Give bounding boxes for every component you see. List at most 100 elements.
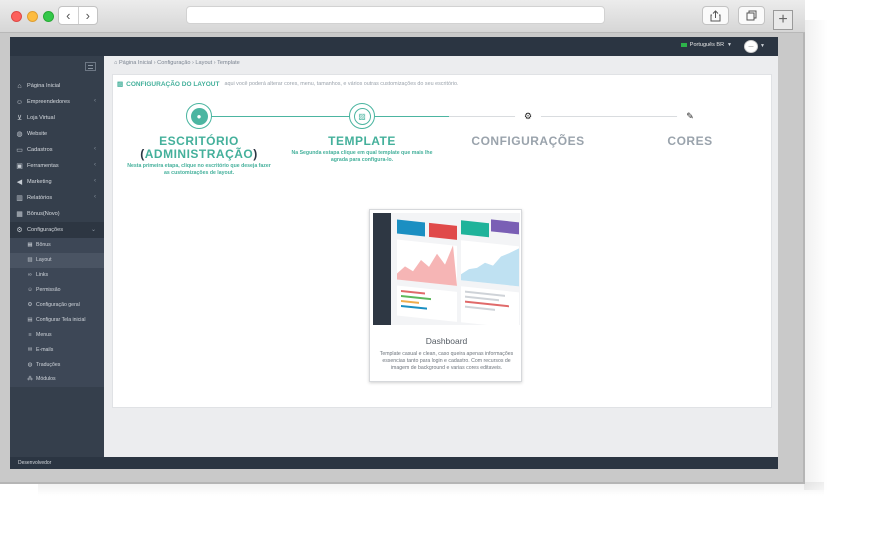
zoom-window-button[interactable]	[43, 11, 54, 22]
template-card-description: Template casual e clean, caso queira ape…	[379, 351, 514, 371]
back-button[interactable]: ‹	[59, 7, 79, 24]
sidebar-subitem-menus[interactable]: ≡ Menus	[10, 327, 104, 342]
sidebar-item-label: Bônus(Novo)	[27, 211, 60, 217]
sidebar-submenu-configuracoes: ▦ Bônus ▨ Layout ∞ Links ☺ Permissão ⚙ Config…	[10, 238, 104, 387]
sidebar-item-configuracoes[interactable]: ⚙ Configurações ⌄	[10, 222, 104, 238]
sidebar-subitem-label: Menus	[36, 331, 52, 338]
sidebar-subitem-configuracao-geral[interactable]: ⚙ Configuração geral	[10, 298, 104, 313]
tabs-icon	[746, 10, 757, 21]
globe-icon: ◍	[16, 131, 23, 138]
sidebar-item-ferramentas[interactable]: ▣ Ferramentas ‹	[10, 158, 104, 174]
step-escritorio[interactable]: ● ESCRITÓRIO (ADMINISTRAÇÃO) Nesta primei…	[127, 103, 271, 177]
sidebar-subitem-configurar-tela-inicial[interactable]: ▤ Configurar Tela inicial	[10, 312, 104, 327]
step-title: ESCRITÓRIO (ADMINISTRAÇÃO)	[127, 135, 271, 161]
sidebar-subitem-permissao[interactable]: ☺ Permissão	[10, 283, 104, 298]
browser-window: ‹ › + Português BR ▼ — ▼ ⌂ Página Inicia…	[0, 0, 805, 484]
cart-icon: ⊻	[16, 115, 23, 122]
sidebar: ⌂ Página Inicial ☺ Empreendedores ‹ ⊻ Loja V…	[10, 56, 104, 457]
footer-text: Desenvolvedor	[18, 460, 52, 466]
calculator-icon: ▦	[16, 211, 23, 218]
step-title: TEMPLATE	[328, 134, 396, 148]
step-cores[interactable]: ✎ CORES	[653, 103, 727, 148]
template-card-title: Dashboard	[425, 336, 468, 346]
briefcase-icon: ▣	[16, 163, 23, 170]
chevron-left-icon: ‹	[94, 98, 96, 104]
app-viewport: Português BR ▼ — ▼ ⌂ Página Inicial ☺ Empr…	[10, 37, 778, 469]
chevron-left-icon: ‹	[94, 194, 96, 200]
envelope-icon: ✉	[27, 346, 33, 353]
step-title-text: ESCRITÓRIO	[159, 134, 239, 148]
browser-toolbar: ‹ ›	[0, 0, 805, 33]
sidebar-toggle-button[interactable]	[85, 62, 96, 71]
sidebar-item-label: Cadastros	[27, 147, 53, 153]
chevron-down-icon: ▼	[727, 42, 732, 48]
sidebar-menu: ⌂ Página Inicial ☺ Empreendedores ‹ ⊻ Loja V…	[10, 78, 104, 387]
sidebar-subitem-modulos[interactable]: ⁂ Módulos	[10, 372, 104, 387]
frame-shadow-right	[804, 20, 828, 490]
sidebar-subitem-links[interactable]: ∞ Links	[10, 268, 104, 283]
step-template[interactable]: ▨ TEMPLATE Na Segunda estapa clique em q…	[287, 103, 437, 164]
image-icon: ▨	[353, 107, 371, 125]
panel-title: CONFIGURAÇÃO DO LAYOUT	[126, 80, 220, 88]
chevron-left-icon: ‹	[94, 178, 96, 184]
megaphone-icon: ◀	[16, 179, 23, 186]
frame-shadow	[38, 482, 824, 496]
template-card-dashboard[interactable]: Dashboard Template casual e clean, caso …	[369, 209, 522, 382]
home-icon: ⌂	[17, 82, 22, 90]
address-bar[interactable]	[186, 6, 605, 24]
language-selector[interactable]: Português BR ▼	[680, 42, 732, 48]
sidebar-subitem-label: E-mails	[36, 346, 54, 353]
chevron-right-icon: ›	[85, 8, 90, 23]
gear-icon: ⚙	[16, 227, 23, 234]
sidebar-item-bonus-novo[interactable]: ▦ Bônus(Novo)	[10, 206, 104, 222]
sidebar-item-label: Configurações	[27, 227, 64, 233]
chevron-left-icon: ‹	[94, 146, 96, 152]
sidebar-item-label: Ferramentas	[27, 163, 59, 169]
user-avatar[interactable]: —	[744, 40, 758, 53]
globe-icon: ◍	[27, 361, 33, 368]
paren-close: )	[253, 147, 258, 161]
file-icon: ▤	[27, 316, 33, 323]
sidebar-item-website[interactable]: ◍ Website	[10, 126, 104, 142]
chevron-down-icon: ⌄	[90, 227, 96, 233]
step-title-line2: ADMINISTRAÇÃO	[144, 147, 254, 161]
avatar-label: —	[748, 43, 754, 50]
sidebar-item-pagina-inicial[interactable]: ⌂ Página Inicial	[10, 78, 104, 94]
share-button[interactable]	[702, 6, 729, 25]
show-tabs-button[interactable]	[738, 6, 765, 25]
breadcrumb: ⌂ Página Inicial › Configuração › Layout…	[114, 60, 240, 66]
chevron-left-icon: ‹	[66, 8, 71, 23]
sidebar-item-relatorios[interactable]: ▥ Relatórios ‹	[10, 190, 104, 206]
sidebar-subitem-bonus[interactable]: ▦ Bônus	[10, 238, 104, 253]
panel-header: ▨ CONFIGURAÇÃO DO LAYOUT aqui você poder…	[117, 80, 458, 89]
sidebar-item-label: Empreendedores	[27, 99, 70, 105]
close-window-button[interactable]	[11, 11, 22, 22]
step-title: CONFIGURAÇÕES	[471, 134, 585, 148]
sidebar-subitem-label: Layout	[36, 257, 52, 264]
minimize-window-button[interactable]	[27, 11, 38, 22]
sidebar-subitem-label: Bônus	[36, 242, 51, 249]
user-icon: ●	[190, 107, 208, 125]
navigation-buttons: ‹ ›	[58, 6, 98, 25]
plus-icon: +	[778, 11, 788, 28]
step-configuracoes[interactable]: ⚙ CONFIGURAÇÕES	[463, 103, 593, 148]
sidebar-subitem-traducoes[interactable]: ◍ Traduções	[10, 357, 104, 372]
forward-button[interactable]: ›	[79, 7, 98, 24]
chevron-left-icon: ‹	[94, 162, 96, 168]
layout-config-panel: ▨ CONFIGURAÇÃO DO LAYOUT aqui você poder…	[112, 74, 772, 408]
step-circle: ●	[186, 103, 212, 129]
sidebar-item-cadastros[interactable]: ▭ Cadastros ‹	[10, 142, 104, 158]
link-icon: ∞	[28, 272, 32, 279]
new-tab-button[interactable]: +	[773, 10, 793, 30]
breadcrumb-text: Página Inicial › Configuração › Layout ›…	[118, 60, 240, 66]
sidebar-subitem-emails[interactable]: ✉ E-mails	[10, 342, 104, 357]
sidebar-item-empreendedores[interactable]: ☺ Empreendedores ‹	[10, 94, 104, 110]
sidebar-item-loja-virtual[interactable]: ⊻ Loja Virtual	[10, 110, 104, 126]
sidebar-subitem-layout[interactable]: ▨ Layout	[10, 252, 104, 268]
step-subtitle: Nesta primeira etapa, clique no escritór…	[127, 163, 271, 176]
brush-icon: ✎	[677, 103, 703, 129]
cubes-icon: ⁂	[27, 376, 33, 383]
sidebar-item-label: Relatórios	[27, 195, 53, 201]
chevron-down-icon[interactable]: ▼	[760, 43, 765, 49]
sidebar-item-marketing[interactable]: ◀ Marketing ‹	[10, 174, 104, 190]
